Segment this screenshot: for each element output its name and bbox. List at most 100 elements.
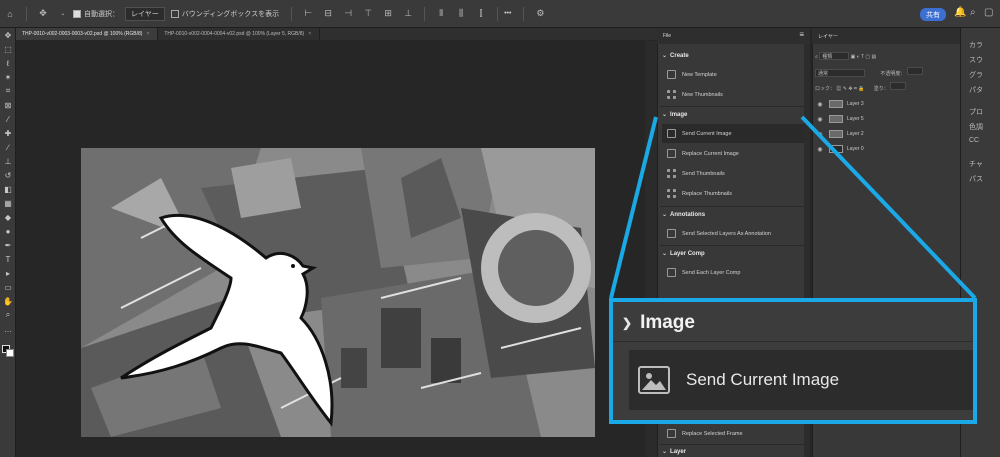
callout-send-current-image-button[interactable]: Send Current Image <box>629 350 973 410</box>
section-header-image[interactable]: ⌄ Image <box>662 111 687 118</box>
separator <box>291 6 293 21</box>
hand-tool-icon[interactable]: ✋ <box>0 294 16 308</box>
layer-name: Layer 0 <box>847 146 864 152</box>
filter-icons[interactable]: ▣ ◐ T ▢ ▤ <box>851 54 877 60</box>
send-selected-layers-as-annotation-button[interactable]: Send Selected Layers As Annotation <box>662 224 804 243</box>
zoom-tool-icon[interactable]: ⌕ <box>0 308 16 322</box>
magic-wand-tool-icon[interactable]: ✶ <box>0 70 16 84</box>
blend-row: 通常 不透明度： <box>815 67 923 77</box>
paths-panel-button[interactable]: パス <box>969 174 983 184</box>
close-icon[interactable]: × <box>146 31 149 37</box>
search-icon[interactable]: ⌕ <box>970 7 976 18</box>
chevron-down-icon[interactable]: ⌄ <box>56 7 70 21</box>
layers-tab[interactable]: レイヤー <box>818 33 838 40</box>
eyedropper-tool-icon[interactable]: ⁄ <box>0 112 16 126</box>
lasso-tool-icon[interactable]: ℓ <box>0 56 16 70</box>
notification-bell-icon[interactable]: 🔔 <box>954 7 966 18</box>
image-icon <box>638 366 670 394</box>
new-template-button[interactable]: New Template <box>662 65 804 84</box>
pen-tool-icon[interactable]: ✒ <box>0 238 16 252</box>
layer-row[interactable]: ◉ Layer 0 <box>815 142 955 156</box>
type-tool-icon[interactable]: T <box>0 252 16 266</box>
channels-panel-button[interactable]: チャ <box>969 159 983 169</box>
align-right-icon[interactable]: ⊣ <box>341 7 355 21</box>
distribute-icon[interactable]: ⫴ <box>434 7 448 21</box>
dodge-tool-icon[interactable]: ● <box>0 224 16 238</box>
document-tab[interactable]: THP-0010-v002-0004-0004-v02.psd @ 100% (… <box>158 28 321 40</box>
shape-tool-icon[interactable]: ▭ <box>0 280 16 294</box>
clone-stamp-tool-icon[interactable]: ⊥ <box>0 154 16 168</box>
document-tab[interactable]: THP-0010-v002-0003-0003-v02.psd @ 100% (… <box>16 28 159 40</box>
path-selection-tool-icon[interactable]: ▸ <box>0 266 16 280</box>
cc-libraries-panel-button[interactable]: CC <box>969 137 979 144</box>
section-label: Layer Comp <box>670 251 705 257</box>
send-thumbnails-button[interactable]: Send Thumbnails <box>662 164 804 183</box>
panel-menu-icon[interactable]: ≡ <box>799 30 804 39</box>
layer-name: Layer 3 <box>847 101 864 107</box>
auto-select-target-dropdown[interactable]: レイヤー <box>125 6 165 21</box>
color-panel-button[interactable]: カラ <box>969 40 983 50</box>
options-bar: ⌂ ✥ ⌄ 自動選択： レイヤー バウンディングボックスを表示 ⊢ ⊟ ⊣ ⊤ … <box>0 0 1000 28</box>
more-tools-icon[interactable]: … <box>0 322 16 336</box>
canvas-artwork[interactable] <box>81 148 595 437</box>
section-header-layer-comp[interactable]: ⌄ Layer Comp <box>662 250 705 257</box>
replace-selected-frame-button[interactable]: Replace Selected Frame <box>662 424 804 443</box>
align-bottom-icon[interactable]: ⊥ <box>401 7 415 21</box>
section-header-layer[interactable]: ⌄ Layer <box>662 448 686 455</box>
settings-gear-icon[interactable]: ⚙ <box>533 7 547 21</box>
bounding-box-checkbox[interactable] <box>170 9 179 18</box>
visibility-eye-icon[interactable]: ◉ <box>815 131 825 138</box>
gradient-tool-icon[interactable]: ▦ <box>0 196 16 210</box>
more-options-button[interactable]: ••• <box>504 10 511 17</box>
new-thumbnails-button[interactable]: New Thumbnails <box>662 85 804 104</box>
send-each-layer-comp-button[interactable]: Send Each Layer Comp <box>662 263 804 282</box>
blur-tool-icon[interactable]: ◆ <box>0 210 16 224</box>
opacity-field[interactable] <box>906 67 923 75</box>
auto-select-checkbox[interactable] <box>73 9 81 18</box>
lock-icons[interactable]: ▦ ✎ ✥ ⌗ 🔒 <box>836 86 864 92</box>
brush-tool-icon[interactable]: ∕ <box>0 140 16 154</box>
visibility-eye-icon[interactable]: ◉ <box>815 116 825 123</box>
workspace-icon[interactable]: ▢ <box>984 7 993 18</box>
align-top-icon[interactable]: ⊤ <box>361 7 375 21</box>
background-color-swatch[interactable] <box>6 349 14 357</box>
layer-row[interactable]: ◉ Layer 5 <box>815 112 955 126</box>
frame-icon <box>667 429 676 438</box>
replace-thumbnails-button[interactable]: Replace Thumbnails <box>662 184 804 203</box>
share-button[interactable]: 共有 <box>920 8 946 21</box>
gradients-panel-button[interactable]: グラ <box>969 70 983 80</box>
move-tool-icon[interactable]: ✥ <box>0 28 16 42</box>
visibility-eye-icon[interactable]: ◉ <box>815 146 825 153</box>
marquee-tool-icon[interactable]: ⬚ <box>0 42 16 56</box>
section-header-create[interactable]: ⌄ Create <box>662 52 689 59</box>
send-current-image-button[interactable]: Send Current Image <box>662 124 804 143</box>
patterns-panel-button[interactable]: パタ <box>969 85 983 95</box>
history-brush-tool-icon[interactable]: ↺ <box>0 168 16 182</box>
fill-field[interactable] <box>890 82 907 90</box>
eraser-tool-icon[interactable]: ◧ <box>0 182 16 196</box>
layer-row[interactable]: ◉ Layer 3 <box>815 97 955 111</box>
layer-kind-filter[interactable]: 種類 <box>819 52 850 60</box>
swatches-panel-button[interactable]: スウ <box>969 55 983 65</box>
adjustments-panel-button[interactable]: 色調 <box>969 122 983 132</box>
blend-mode-dropdown[interactable]: 通常 <box>815 69 865 77</box>
close-icon[interactable]: × <box>308 31 311 37</box>
home-icon[interactable]: ⌂ <box>3 7 17 21</box>
visibility-eye-icon[interactable]: ◉ <box>815 101 825 108</box>
section-header-annotations[interactable]: ⌄ Annotations <box>662 211 705 218</box>
align-middle-icon[interactable]: ⊞ <box>381 7 395 21</box>
crop-tool-icon[interactable]: ⌗ <box>0 84 16 98</box>
properties-panel-button[interactable]: プロ <box>969 107 983 117</box>
frame-tool-icon[interactable]: ⊠ <box>0 98 16 112</box>
healing-brush-tool-icon[interactable]: ✚ <box>0 126 16 140</box>
move-tool-icon[interactable]: ✥ <box>36 7 50 21</box>
callout-item-label: Send Current Image <box>686 370 840 389</box>
distribute-icon[interactable]: ⫿ <box>474 7 488 21</box>
layer-row[interactable]: ◉ Layer 2 <box>815 127 955 141</box>
file-plugin-tab[interactable]: File <box>663 33 671 39</box>
align-left-icon[interactable]: ⊢ <box>301 7 315 21</box>
distribute-icon[interactable]: ⫼ <box>454 7 468 21</box>
annotation-icon <box>667 229 676 238</box>
replace-current-image-button[interactable]: Replace Current Image <box>662 144 804 163</box>
align-center-icon[interactable]: ⊟ <box>321 7 335 21</box>
